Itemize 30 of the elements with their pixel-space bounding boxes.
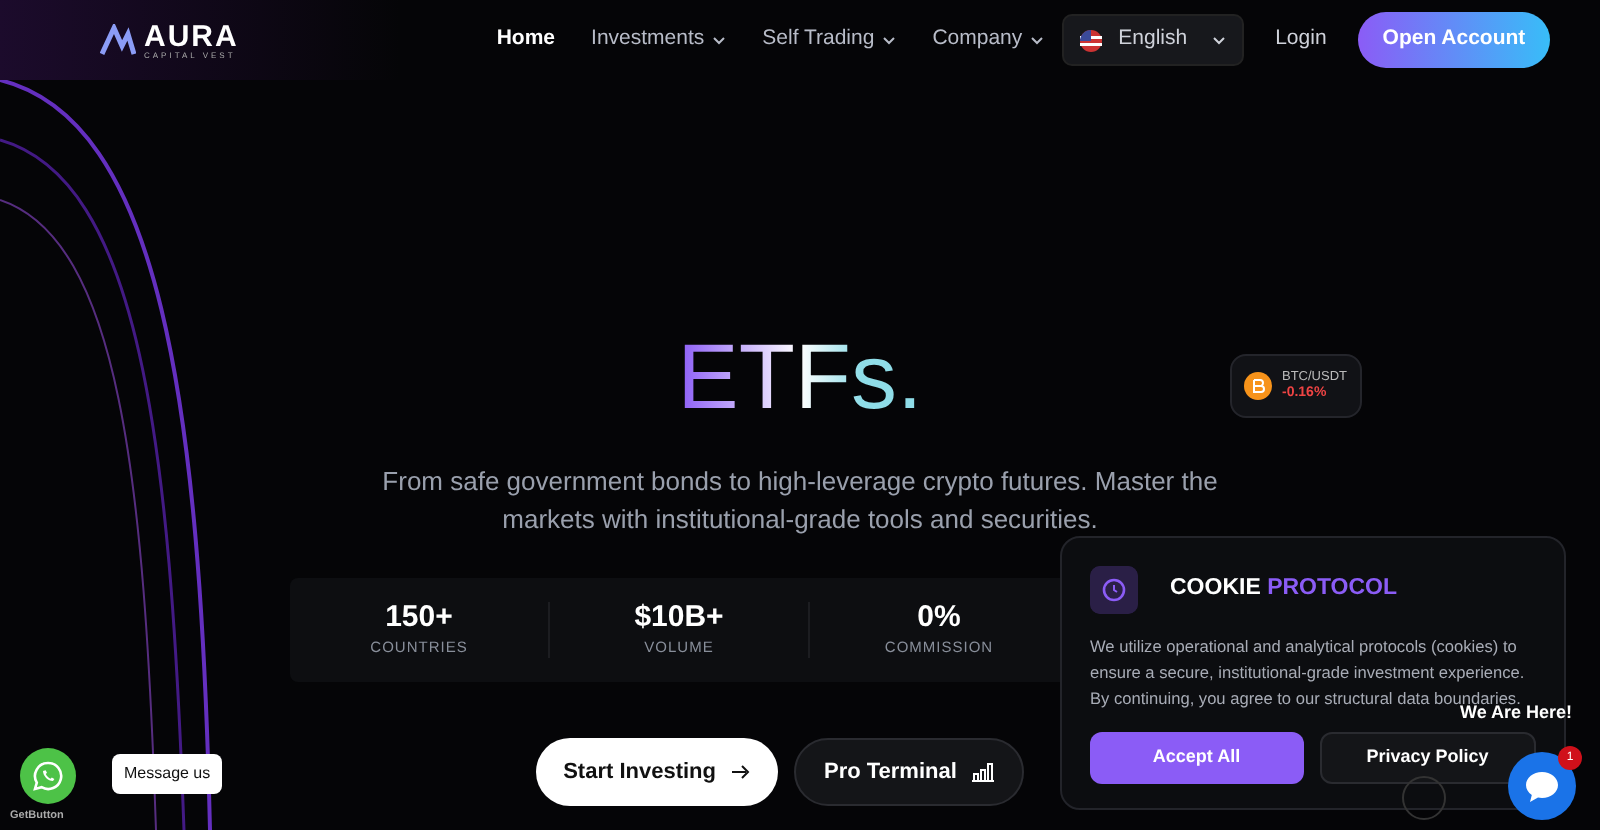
chat-label: We Are Here! bbox=[1460, 704, 1573, 722]
nav-link[interactable]: Self Trading bbox=[744, 24, 915, 56]
hero-subtitle: From safe government bonds to high-leverage crypto futures. Master the markets with institutional-grade tools and securities. bbox=[380, 464, 1220, 538]
logo-text: AURA bbox=[144, 21, 239, 51]
bitcoin-icon bbox=[1244, 372, 1272, 400]
flag-icon bbox=[1080, 29, 1103, 51]
nav-link[interactable]: Company bbox=[914, 24, 1063, 56]
clock-icon bbox=[1090, 566, 1138, 614]
stat-value: 150+ bbox=[385, 602, 453, 636]
stat-value: $10B+ bbox=[634, 602, 724, 636]
whatsapp-icon bbox=[32, 760, 64, 792]
logo-icon bbox=[100, 24, 136, 56]
start-investing-button[interactable]: Start Investing bbox=[535, 738, 778, 806]
arrow-icon bbox=[731, 764, 750, 780]
nav-link[interactable]: Investments bbox=[573, 24, 745, 56]
caret-icon bbox=[1211, 35, 1226, 45]
language-selector[interactable]: English bbox=[1062, 14, 1244, 66]
privacy-policy-button[interactable]: Privacy Policy bbox=[1319, 732, 1536, 784]
whatsapp-button[interactable] bbox=[20, 748, 76, 804]
accept-button[interactable]: Accept All bbox=[1090, 732, 1303, 784]
pro-terminal-button[interactable]: Pro Terminal bbox=[793, 738, 1025, 806]
open-account-button[interactable]: Open Account bbox=[1358, 12, 1550, 68]
stat-value: 0% bbox=[917, 602, 961, 636]
login-link[interactable]: Login bbox=[1275, 24, 1327, 56]
message-tooltip: Message us bbox=[112, 754, 223, 794]
cookie-title: COOKIE PROTOCOL bbox=[1170, 574, 1398, 605]
chat-icon bbox=[1524, 769, 1560, 803]
carousel-dot[interactable] bbox=[1402, 776, 1446, 820]
nav-link[interactable]: Home bbox=[478, 24, 574, 56]
chart-icon bbox=[972, 762, 995, 782]
